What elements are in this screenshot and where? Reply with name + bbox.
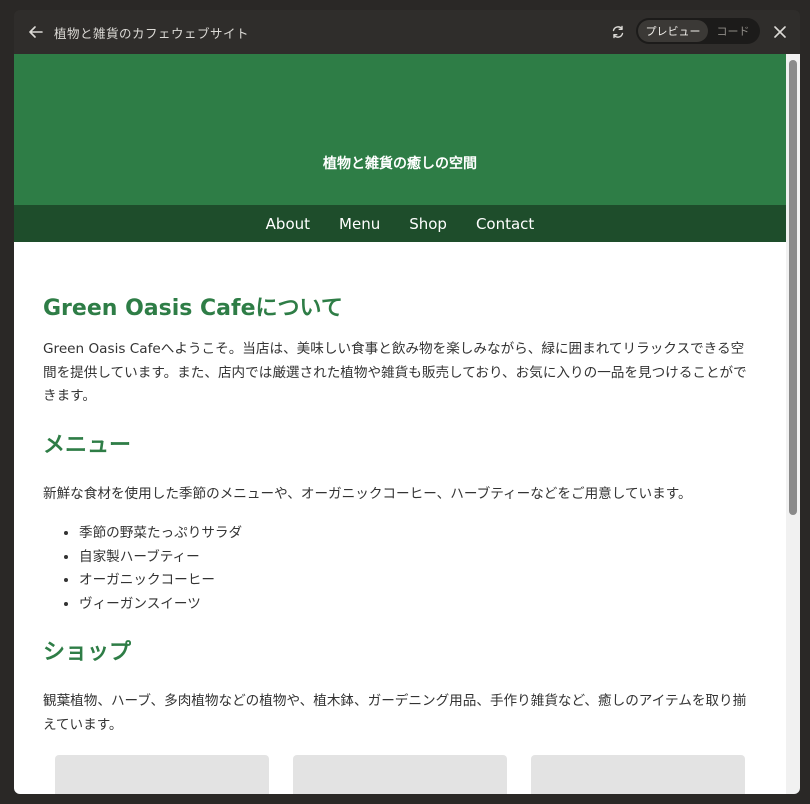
shop-text: 観葉植物、ハーブ、多肉植物などの植物や、植木鉢、ガーデニング用品、手作り雑貨など… <box>43 693 747 733</box>
app-window: 植物と雑貨のカフェウェブサイト プレビュー コード 植物と雑貨の癒しの空間 Ab… <box>14 10 800 794</box>
site-nav: About Menu Shop Contact <box>14 205 786 242</box>
vertical-scrollbar[interactable] <box>786 54 800 794</box>
product-image-placeholder: 300 <box>531 755 745 794</box>
nav-link-contact[interactable]: Contact <box>476 215 534 233</box>
back-button[interactable] <box>26 22 46 42</box>
list-item: 季節の野菜たっぷりサラダ <box>79 522 757 546</box>
product-image-placeholder: 300 <box>293 755 507 794</box>
close-icon <box>774 26 786 38</box>
product-grid: 300 300 300 <box>43 755 757 794</box>
about-text: Green Oasis Cafeへようこそ。当店は、美味しい食事と飲み物を楽しみ… <box>43 341 747 404</box>
nav-link-shop[interactable]: Shop <box>409 215 447 233</box>
window-title: 植物と雑貨のカフェウェブサイト <box>54 26 250 41</box>
menu-text: 新鮮な食材を使用した季節のメニューや、オーガニックコーヒー、ハーブティーなどをご… <box>43 485 692 502</box>
close-button[interactable] <box>770 22 790 42</box>
arrow-left-icon <box>29 26 43 38</box>
menu-heading: メニュー <box>43 432 132 458</box>
nav-link-about[interactable]: About <box>266 215 310 233</box>
list-item: 自家製ハーブティー <box>79 546 757 570</box>
site-hero: 植物と雑貨の癒しの空間 <box>14 54 786 205</box>
about-heading: Green Oasis Cafeについて <box>43 296 343 321</box>
code-toggle-button[interactable]: コード <box>708 20 758 42</box>
refresh-button[interactable] <box>608 22 628 42</box>
menu-list: 季節の野菜たっぷりサラダ 自家製ハーブティー オーガニックコーヒー ヴィーガンス… <box>79 522 757 616</box>
title-bar: 植物と雑貨のカフェウェブサイト プレビュー コード <box>14 10 800 54</box>
nav-link-menu[interactable]: Menu <box>339 215 380 233</box>
list-item: ヴィーガンスイーツ <box>79 593 757 617</box>
preview-viewport: 植物と雑貨の癒しの空間 About Menu Shop Contact Gree… <box>14 54 786 794</box>
scrollbar-thumb[interactable] <box>789 60 797 515</box>
shop-heading: ショップ <box>43 640 132 665</box>
refresh-icon <box>612 25 624 39</box>
view-toggle: プレビュー コード <box>636 18 760 44</box>
list-item: オーガニックコーヒー <box>79 569 757 593</box>
site-content: Green Oasis Cafeについて Green Oasis Cafeへよう… <box>14 242 786 794</box>
product-image-placeholder: 300 <box>55 755 269 794</box>
hero-tagline: 植物と雑貨の癒しの空間 <box>323 156 477 172</box>
preview-toggle-button[interactable]: プレビュー <box>638 20 708 42</box>
